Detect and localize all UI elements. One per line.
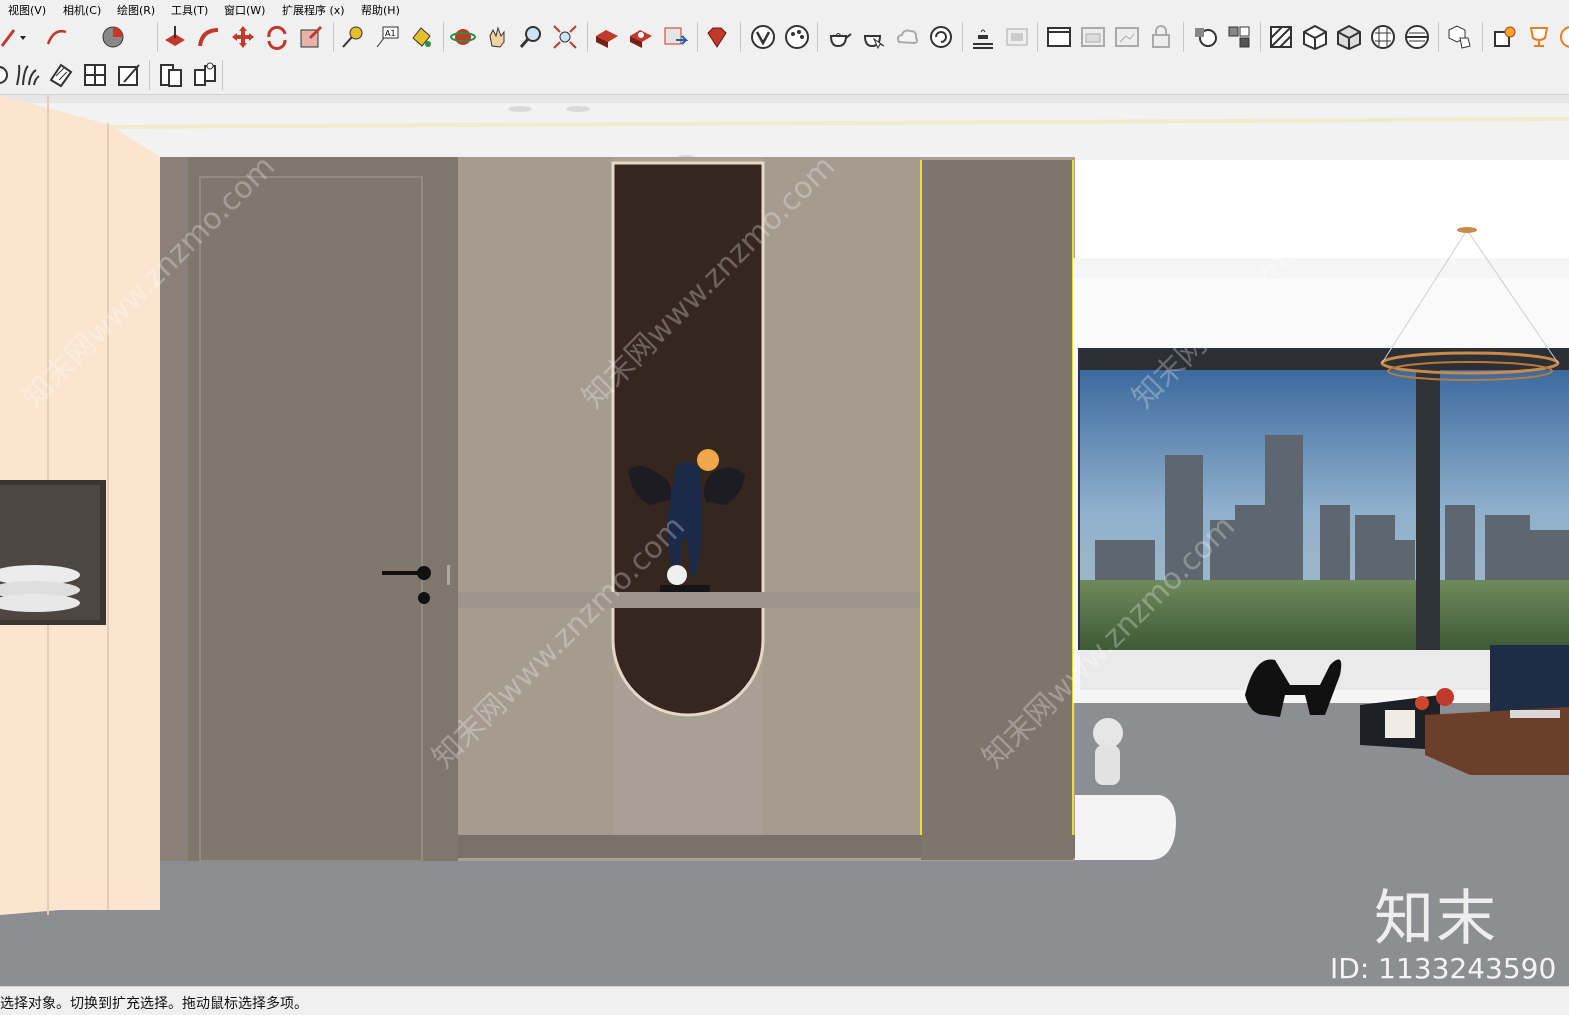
text-icon[interactable]: A1 <box>374 24 400 50</box>
frame-buffer-icon[interactable] <box>970 24 996 50</box>
plank-icon[interactable] <box>48 62 74 88</box>
menu-view[interactable]: 视图(V) <box>8 2 46 18</box>
rotate-icon[interactable] <box>264 24 290 50</box>
extension-warehouse-icon[interactable] <box>628 24 654 50</box>
move-icon[interactable] <box>230 24 256 50</box>
zoom-icon[interactable] <box>518 24 544 50</box>
cube-top-icon[interactable] <box>1336 24 1362 50</box>
toolbar-row-1: A1 <box>0 18 1569 56</box>
svg-text:A1: A1 <box>385 29 396 38</box>
cube-iso-icon[interactable] <box>1302 24 1328 50</box>
shelf <box>458 592 921 608</box>
group-icon[interactable] <box>192 62 218 88</box>
sphere-2-icon[interactable] <box>1404 24 1430 50</box>
vray-icon[interactable] <box>750 24 776 50</box>
push-pull-icon[interactable] <box>162 24 188 50</box>
shape-partial-icon[interactable] <box>0 62 12 88</box>
menu-camera[interactable]: 相机(C) <box>63 2 101 18</box>
window-2-icon[interactable] <box>1080 24 1106 50</box>
menu-bar: 视图(V) 相机(C) 绘图(R) 工具(T) 窗口(W) 扩展程序 (x) 帮… <box>0 0 1569 18</box>
sofa <box>1490 645 1569 715</box>
lock-icon[interactable] <box>1148 24 1174 50</box>
white-step <box>1075 795 1176 860</box>
pan-icon[interactable] <box>484 24 510 50</box>
brush-icon[interactable] <box>1558 24 1569 50</box>
status-text: 选择对象。切换到扩充选择。拖动鼠标选择多项。 <box>0 996 308 1012</box>
arc-dropdown-icon[interactable] <box>44 24 70 50</box>
door-leaf <box>199 176 423 862</box>
ruby-console-icon[interactable] <box>704 24 730 50</box>
scale-icon[interactable] <box>298 24 324 50</box>
camera-view-icon[interactable] <box>1004 24 1030 50</box>
watermark-brand: 知末 <box>1374 884 1498 954</box>
warehouse-icon[interactable] <box>594 24 620 50</box>
grass-icon[interactable] <box>14 62 40 88</box>
cloud-icon[interactable] <box>894 24 920 50</box>
menu-extensions[interactable]: 扩展程序 (x) <box>282 2 345 18</box>
pencil-dropdown-icon[interactable] <box>0 24 26 50</box>
trophy-icon[interactable] <box>1526 24 1552 50</box>
orbit-icon[interactable] <box>450 24 476 50</box>
teapot-interactive-icon[interactable] <box>860 24 886 50</box>
status-bar: 选择对象。切换到扩充选择。拖动鼠标选择多项。 <box>0 986 1569 1015</box>
tape-measure-icon[interactable] <box>340 24 366 50</box>
zoom-extents-icon[interactable] <box>552 24 578 50</box>
section-plane-icon[interactable] <box>1268 24 1294 50</box>
component-icon[interactable] <box>1226 24 1252 50</box>
watermark-id: ID: 1133243590 <box>1330 952 1557 985</box>
hand-cube-icon[interactable] <box>1446 24 1472 50</box>
settings-icon[interactable] <box>1492 24 1518 50</box>
grid-icon[interactable] <box>82 62 108 88</box>
menu-tools[interactable]: 工具(T) <box>171 2 208 18</box>
send-to-layout-icon[interactable] <box>662 24 688 50</box>
paint-bucket-icon[interactable] <box>408 24 434 50</box>
menu-draw[interactable]: 绘图(R) <box>117 2 155 18</box>
toolbar-row-2 <box>0 56 1569 95</box>
pie-dropdown-icon[interactable] <box>100 24 126 50</box>
menu-help[interactable]: 帮助(H) <box>361 2 400 18</box>
refresh-render-icon[interactable] <box>928 24 954 50</box>
follow-me-icon[interactable] <box>196 24 222 50</box>
slice-icon[interactable] <box>116 62 142 88</box>
vray-palette-icon[interactable] <box>784 24 810 50</box>
shape-icon[interactable] <box>1192 24 1218 50</box>
menu-window[interactable]: 窗口(W) <box>224 2 265 18</box>
door-icon[interactable] <box>158 62 184 88</box>
window-icon[interactable] <box>1046 24 1072 50</box>
sphere-icon[interactable] <box>1370 24 1396 50</box>
model-viewport[interactable]: 知末网www.znzmo.com 知末网www.znzmo.com 知末网www… <box>0 95 1569 986</box>
window-3-icon[interactable] <box>1114 24 1140 50</box>
teapot-render-icon[interactable] <box>826 24 852 50</box>
